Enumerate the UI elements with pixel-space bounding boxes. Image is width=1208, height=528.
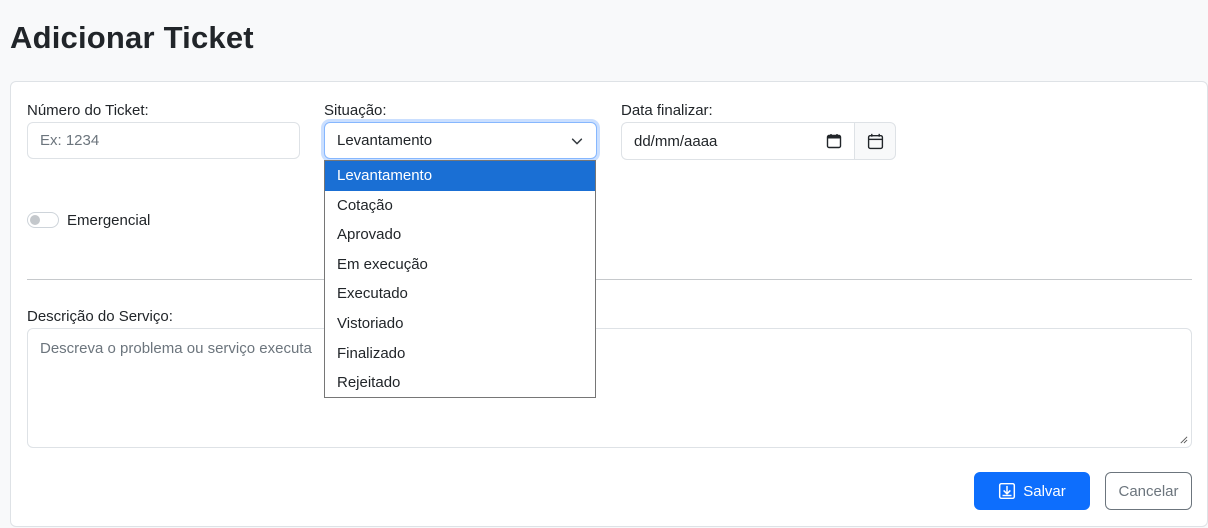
status-option-vistoriado[interactable]: Vistoriado bbox=[325, 309, 595, 339]
status-selected-value: Levantamento bbox=[337, 132, 433, 149]
emergency-label: Emergencial bbox=[67, 212, 151, 229]
status-option-aprovado[interactable]: Aprovado bbox=[325, 220, 595, 250]
status-option-executado[interactable]: Executado bbox=[325, 279, 595, 309]
finish-date-group: dd/mm/aaaa bbox=[621, 122, 896, 160]
save-icon bbox=[999, 482, 1016, 500]
calendar-icon bbox=[867, 133, 883, 149]
status-select[interactable]: Levantamento bbox=[324, 122, 597, 159]
page-title: Adicionar Ticket bbox=[10, 20, 254, 55]
form-divider bbox=[27, 279, 1192, 280]
save-button[interactable]: Salvar bbox=[974, 472, 1090, 510]
ticket-number-input[interactable]: Ex: 1234 bbox=[27, 122, 300, 159]
status-option-em-execucao[interactable]: Em execução bbox=[325, 250, 595, 280]
cancel-button[interactable]: Cancelar bbox=[1105, 472, 1192, 510]
save-button-label: Salvar bbox=[1023, 482, 1066, 500]
finish-date-input[interactable]: dd/mm/aaaa bbox=[621, 122, 854, 160]
cancel-button-label: Cancelar bbox=[1118, 482, 1179, 500]
resize-handle-icon[interactable] bbox=[1179, 435, 1188, 444]
status-option-rejeitado[interactable]: Rejeitado bbox=[325, 368, 595, 397]
status-label: Situação: bbox=[324, 102, 387, 119]
calendar-button[interactable] bbox=[854, 122, 896, 160]
description-textarea[interactable]: Descreva o problema ou serviço executa bbox=[27, 328, 1192, 448]
status-dropdown-list: Levantamento Cotação Aprovado Em execuçã… bbox=[324, 160, 596, 398]
finish-date-label: Data finalizar: bbox=[621, 102, 713, 119]
description-placeholder: Descreva o problema ou serviço executa bbox=[40, 340, 312, 357]
description-label: Descrição do Serviço: bbox=[27, 308, 173, 325]
ticket-form-card: Número do Ticket: Ex: 1234 Situação: Lev… bbox=[10, 81, 1208, 527]
ticket-number-placeholder: Ex: 1234 bbox=[40, 132, 100, 149]
ticket-number-label: Número do Ticket: bbox=[27, 102, 149, 119]
chevron-down-icon bbox=[571, 137, 583, 144]
status-option-finalizado[interactable]: Finalizado bbox=[325, 339, 595, 369]
status-option-cotacao[interactable]: Cotação bbox=[325, 191, 595, 221]
finish-date-placeholder: dd/mm/aaaa bbox=[634, 132, 718, 150]
emergency-toggle[interactable] bbox=[27, 212, 59, 228]
status-option-levantamento[interactable]: Levantamento bbox=[325, 161, 595, 191]
calendar-picker-icon[interactable] bbox=[826, 133, 842, 149]
